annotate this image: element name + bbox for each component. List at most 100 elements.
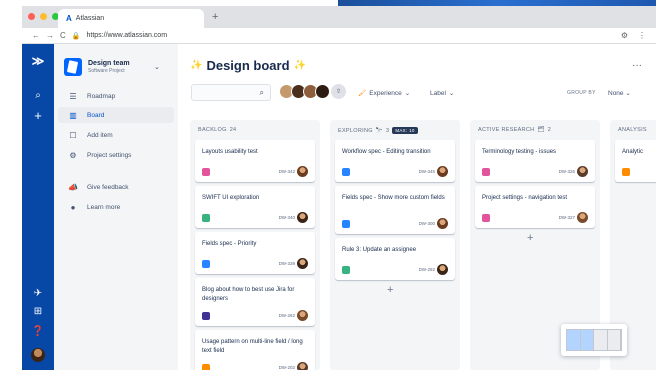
assignee-avatar[interactable] <box>297 362 308 370</box>
chevron-down-icon: ⌄ <box>625 90 631 97</box>
chevron-down-icon[interactable]: ⌄ <box>154 63 160 71</box>
group-by-value: None <box>608 90 624 97</box>
subtask-type-icon <box>622 168 630 176</box>
sidebar-item-roadmap[interactable]: ☰ Roadmap <box>58 88 174 104</box>
issue-card[interactable]: Analytic <box>615 140 656 182</box>
sparkle-icon: ✨ <box>293 60 306 71</box>
create-card-button[interactable]: + <box>387 284 393 296</box>
minimap-column[interactable] <box>594 330 608 350</box>
help-icon[interactable]: ❓ <box>22 326 54 337</box>
board-title-row: ✨ Design board ✨ <box>190 58 306 73</box>
back-icon[interactable]: ← <box>32 31 40 40</box>
minimize-window-button[interactable] <box>40 13 47 20</box>
sidebar-item-add-item[interactable]: ☐ Add item <box>58 127 174 143</box>
project-switcher[interactable]: Design team Software Project <box>64 58 130 76</box>
page-title: Design board <box>206 58 290 73</box>
filter-label: Label <box>430 89 446 97</box>
task-type-icon <box>202 260 210 268</box>
wip-limit-badge: MAX: 10 <box>392 127 418 134</box>
column-count: 24 <box>229 127 237 133</box>
board-icon: ▥ <box>69 110 77 120</box>
browser-tab[interactable]: A Atlassian <box>58 9 204 28</box>
create-card-button[interactable]: + <box>527 232 533 244</box>
close-window-button[interactable] <box>28 13 35 20</box>
assignee-avatar[interactable] <box>577 166 588 177</box>
minimap-columns <box>566 329 622 351</box>
experience-filter[interactable]: 🖌 Experience ⌄ <box>358 89 410 98</box>
add-member-icon[interactable]: ⇧ <box>331 84 346 99</box>
issue-card[interactable]: Usage pattern on multi-line field / long… <box>195 330 315 370</box>
label-filter[interactable]: Label ⌄ <box>430 89 454 98</box>
sidebar-item-learn-more[interactable]: ● Learn more <box>58 199 174 215</box>
window-controls <box>28 13 59 20</box>
reload-icon[interactable]: C <box>60 31 66 40</box>
roadmap-icon: ☰ <box>69 91 77 101</box>
more-actions-button[interactable]: ··· <box>632 60 642 71</box>
card-title: Usage pattern on multi-line field / long… <box>202 339 303 354</box>
minimap-column[interactable] <box>567 330 581 350</box>
column-header: ANALYSIS <box>618 127 647 133</box>
assignee-avatar[interactable] <box>437 218 448 229</box>
board-minimap-widget[interactable] <box>561 324 627 356</box>
info-icon: ● <box>70 202 76 212</box>
card-title: SWIFT UI exploration <box>202 195 260 201</box>
issue-card[interactable]: Terminology testing - issues DW-326 <box>475 140 595 182</box>
issue-card[interactable]: Project settings - navigation test DW-32… <box>475 186 595 228</box>
issue-key: DW-342 <box>278 169 295 174</box>
search-input[interactable]: ⌕ <box>191 84 271 101</box>
jira-logo-icon[interactable]: ≫ <box>22 54 54 68</box>
assignee-avatar[interactable] <box>437 166 448 177</box>
card-title: Rule 3: Update an assignee <box>342 247 417 253</box>
url-input[interactable]: https://www.atlassian.com <box>87 32 168 39</box>
card-title: Analytic <box>622 149 644 155</box>
issue-card[interactable]: Blog about how to best use Jira for desi… <box>195 278 315 326</box>
member-avatars: ⇧ <box>279 84 346 99</box>
add-item-icon: ☐ <box>69 130 77 140</box>
apps-icon[interactable]: ⊞ <box>22 306 54 317</box>
sidebar-item-board[interactable]: ▥ Board <box>58 107 174 123</box>
sidebar-item-project-settings[interactable]: ⚙ Project settings <box>58 147 174 163</box>
story-type-icon <box>482 168 490 176</box>
story-type-icon <box>202 168 210 176</box>
minimap-column[interactable] <box>607 330 621 350</box>
issue-card[interactable]: Workflow spec - Editing transition DW-34… <box>335 140 455 182</box>
group-by-label: GROUP BY <box>567 90 596 96</box>
column-name: BACKLOG <box>198 127 227 133</box>
issue-card[interactable]: Rule 3: Update an assignee DW-282 <box>335 238 455 280</box>
issue-card[interactable]: Fields spec - Show more custom fields DW… <box>335 186 455 234</box>
assignee-avatar[interactable] <box>297 166 308 177</box>
sidebar-item-label: Project settings <box>87 151 132 159</box>
search-icon[interactable]: ⌕ <box>22 90 54 101</box>
avatar[interactable] <box>315 84 330 99</box>
profile-avatar[interactable] <box>31 348 45 362</box>
settings-icon[interactable]: ⚙ <box>621 31 628 40</box>
issue-card[interactable]: Layouts usability test DW-342 <box>195 140 315 182</box>
forward-icon[interactable]: → <box>46 31 54 40</box>
issue-card[interactable]: Fields spec - Priority DW-339 <box>195 232 315 274</box>
assignee-avatar[interactable] <box>437 264 448 275</box>
tab-title: Atlassian <box>75 15 105 22</box>
assignee-avatar[interactable] <box>577 212 588 223</box>
assignee-avatar[interactable] <box>297 310 308 321</box>
story-type-icon <box>342 266 350 274</box>
column-exploring: EXPLORING 🔭 3 MAX: 10 Workflow spec - Ed… <box>330 120 460 370</box>
task-type-icon <box>342 220 350 228</box>
column-header: BACKLOG 24 <box>198 127 236 133</box>
assignee-avatar[interactable] <box>297 258 308 269</box>
issue-card[interactable]: SWIFT UI exploration DW-340 <box>195 186 315 228</box>
card-title: Fields spec - Priority <box>202 241 257 247</box>
megaphone-icon: 📣 <box>68 182 78 192</box>
project-sidebar: Design team Software Project ⌄ ☰ Roadmap… <box>54 44 178 370</box>
assignee-avatar[interactable] <box>297 212 308 223</box>
card-title: Fields spec - Show more custom fields <box>342 195 445 201</box>
group-by-select[interactable]: None ⌄ <box>608 89 631 97</box>
pin-icon[interactable]: ✈ <box>22 288 54 299</box>
menu-icon[interactable]: ⋮ <box>638 31 646 40</box>
create-icon[interactable]: + <box>22 108 54 123</box>
sidebar-item-give-feedback[interactable]: 📣 Give feedback <box>58 179 174 195</box>
column-name: ANALYSIS <box>618 127 647 133</box>
minimap-column[interactable] <box>580 330 594 350</box>
card-title: Terminology testing - issues <box>482 149 557 155</box>
new-tab-button[interactable]: + <box>212 11 218 23</box>
folder-icon: 🗂 <box>537 127 545 133</box>
